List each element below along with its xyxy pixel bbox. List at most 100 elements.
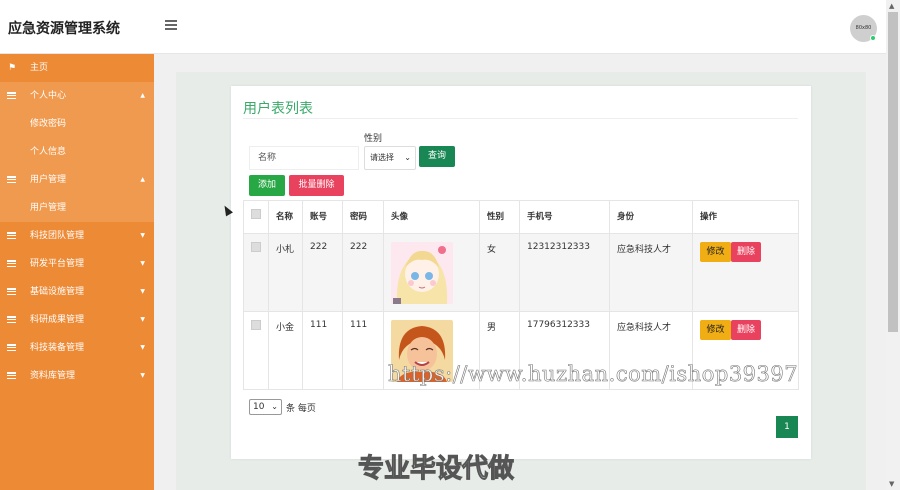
caret-down-icon: ▼	[140, 316, 145, 323]
column-header: 操作	[692, 200, 799, 234]
top-bar: 应急资源管理系统 80x80	[0, 0, 886, 54]
caret-down-icon: ▼	[140, 232, 145, 239]
sidebar-item-tech-team[interactable]: 科技团队管理 ▼	[0, 222, 154, 250]
grid-icon	[7, 176, 16, 184]
sidebar-item-infrastructure[interactable]: 基础设施管理 ▼	[0, 278, 154, 306]
table-row: 小札 222 222 女 12312312333 应急科技人才 修改 删除	[243, 233, 799, 312]
grid-icon	[7, 92, 16, 100]
select-all-cell	[243, 200, 269, 234]
page-scrollbar[interactable]: ▲ ▼	[886, 0, 900, 490]
cell-name: 小札	[268, 233, 303, 312]
caret-down-icon: ▼	[140, 260, 145, 267]
sidebar-item-label: 基础设施管理	[30, 287, 85, 297]
caret-down-icon: ▼	[140, 372, 145, 379]
edit-button[interactable]: 修改	[700, 320, 731, 340]
sidebar-item-label: 科研成果管理	[30, 315, 85, 325]
sidebar: ⚑ 主页 个人中心 ▲ 修改密码 个人信息 用户管理 ▲ 用户管理 科技团队管理…	[0, 54, 154, 490]
caret-down-icon: ▼	[140, 344, 145, 351]
gender-select[interactable]: 请选择 ⌄	[364, 146, 416, 170]
add-button[interactable]: 添加	[249, 175, 285, 196]
sidebar-item-user-management[interactable]: 用户管理 ▲	[0, 166, 154, 194]
watermark-url: https://www.huzhan.com/ishop39397	[388, 362, 799, 387]
cell-avatar	[383, 233, 480, 312]
row-select-cell	[243, 311, 269, 390]
scroll-down-icon[interactable]: ▼	[889, 480, 894, 488]
gender-select-value: 请选择	[370, 153, 394, 162]
page-title: 用户表列表	[243, 101, 313, 117]
caret-up-icon: ▲	[140, 176, 145, 183]
scroll-up-icon[interactable]: ▲	[889, 2, 894, 10]
sidebar-item-label: 个人中心	[30, 91, 67, 101]
column-header: 头像	[383, 200, 480, 234]
sidebar-item-label: 主页	[30, 63, 49, 73]
cell-account: 111	[302, 311, 343, 390]
caret-down-icon: ▼	[140, 288, 145, 295]
edit-button[interactable]: 修改	[700, 242, 731, 262]
page-size-select[interactable]: 10 ⌄	[249, 399, 282, 415]
grid-icon	[7, 232, 16, 240]
name-search-input[interactable]: 名称	[249, 146, 359, 170]
delete-button[interactable]: 删除	[731, 242, 761, 262]
sidebar-subitem-personal-info[interactable]: 个人信息	[0, 138, 154, 166]
avatar-text: 80x80	[855, 25, 872, 31]
column-header: 手机号	[519, 200, 610, 234]
hamburger-menu-icon[interactable]	[165, 20, 177, 30]
sidebar-item-label: 资料库管理	[30, 371, 76, 381]
sidebar-item-home[interactable]: ⚑ 主页	[0, 54, 154, 82]
column-header: 性别	[479, 200, 520, 234]
cell-gender: 女	[479, 233, 520, 312]
sidebar-item-library[interactable]: 资料库管理 ▼	[0, 362, 154, 390]
select-all-checkbox[interactable]	[251, 209, 261, 219]
user-list-card: 用户表列表 名称 性别 请选择 ⌄ 查询 添加 批量删除 名称 账号 密码 头像…	[231, 86, 811, 459]
column-header: 名称	[268, 200, 303, 234]
column-header: 密码	[342, 200, 384, 234]
watermark-slogan: 专业毕设代做	[357, 454, 515, 485]
query-button[interactable]: 查询	[419, 146, 455, 167]
cell-identity: 应急科技人才	[609, 233, 693, 312]
sidebar-item-label: 用户管理	[30, 175, 67, 185]
online-status-icon	[870, 35, 876, 41]
page-button-1[interactable]: 1	[776, 416, 798, 438]
cell-password: 111	[342, 311, 384, 390]
sidebar-item-rd-platform[interactable]: 研发平台管理 ▼	[0, 250, 154, 278]
delete-button[interactable]: 删除	[731, 320, 761, 340]
sidebar-item-research-results[interactable]: 科研成果管理 ▼	[0, 306, 154, 334]
grid-icon	[7, 260, 16, 268]
caret-up-icon: ▲	[140, 92, 145, 99]
grid-icon	[7, 372, 16, 380]
cell-actions: 修改 删除	[692, 233, 799, 312]
sidebar-item-tech-equipment[interactable]: 科技装备管理 ▼	[0, 334, 154, 362]
row-select-cell	[243, 233, 269, 312]
flag-icon: ⚑	[8, 63, 17, 73]
column-header: 身份	[609, 200, 693, 234]
chevron-down-icon: ⌄	[271, 402, 278, 411]
batch-delete-button[interactable]: 批量删除	[289, 175, 344, 196]
cell-password: 222	[342, 233, 384, 312]
main-content: 用户表列表 名称 性别 请选择 ⌄ 查询 添加 批量删除 名称 账号 密码 头像…	[154, 54, 886, 490]
cell-phone: 12312312333	[519, 233, 610, 312]
avatar[interactable]: 80x80	[850, 15, 877, 42]
grid-icon	[7, 316, 16, 324]
per-page-label: 条 每页	[286, 404, 316, 414]
divider	[243, 118, 798, 119]
grid-icon	[7, 344, 16, 352]
sidebar-subitem-change-password[interactable]: 修改密码	[0, 110, 154, 138]
gender-label: 性别	[364, 134, 383, 144]
sidebar-item-label: 科技团队管理	[30, 231, 85, 241]
sidebar-item-label: 科技装备管理	[30, 343, 85, 353]
sidebar-item-personal-center[interactable]: 个人中心 ▲	[0, 82, 154, 110]
row-checkbox[interactable]	[251, 320, 261, 330]
column-header: 账号	[302, 200, 343, 234]
row-checkbox[interactable]	[251, 242, 261, 252]
sidebar-item-label: 研发平台管理	[30, 259, 85, 269]
app-title: 应急资源管理系统	[8, 21, 120, 37]
grid-icon	[7, 288, 16, 296]
chevron-down-icon: ⌄	[404, 153, 411, 162]
page-size-value: 10	[253, 402, 265, 412]
cell-account: 222	[302, 233, 343, 312]
cell-name: 小金	[268, 311, 303, 390]
table-header-row: 名称 账号 密码 头像 性别 手机号 身份 操作	[243, 200, 799, 234]
scrollbar-thumb[interactable]	[888, 12, 898, 332]
sidebar-subitem-user-management[interactable]: 用户管理	[0, 194, 154, 222]
avatar-image	[391, 242, 453, 304]
